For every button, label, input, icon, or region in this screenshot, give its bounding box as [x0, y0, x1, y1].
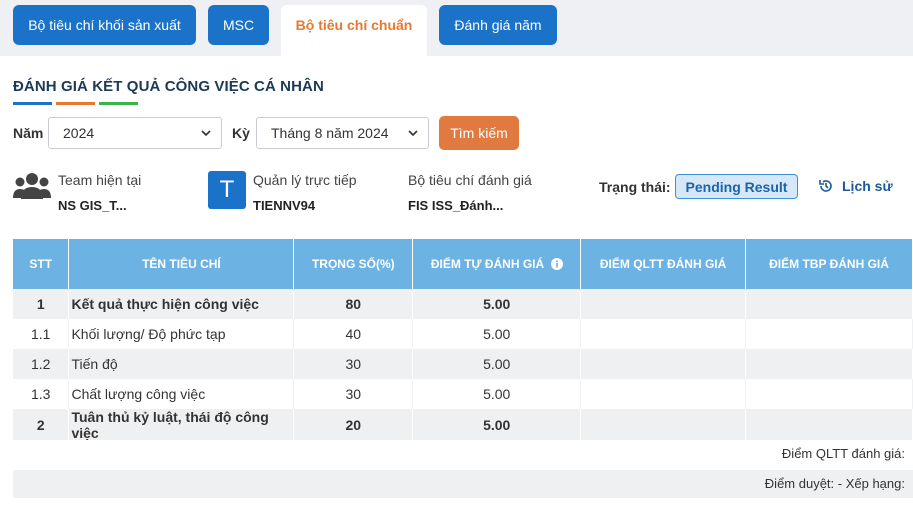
criteria-table: STT TÊN TIÊU CHÍ TRỌNG SỐ(%) ĐIỂM TỰ ĐÁN…: [13, 239, 913, 441]
tab-production-criteria[interactable]: Bộ tiêu chí khối sản xuất: [13, 5, 196, 45]
team-label: Team hiện tại: [58, 172, 142, 188]
year-value: 2024: [63, 125, 95, 141]
period-value: Tháng 8 năm 2024: [271, 125, 389, 141]
team-users-icon: [13, 173, 51, 199]
tab-standard-criteria[interactable]: Bộ tiêu chí chuẩn: [281, 5, 427, 56]
chevron-down-icon: [408, 130, 418, 137]
row-qltt-score: [580, 289, 747, 319]
row-tbp-score: [745, 379, 913, 409]
history-label: Lịch sử: [842, 178, 893, 194]
header-qltt-score: ĐIỂM QLTT ĐÁNH GIÁ: [580, 239, 747, 289]
status-label: Trạng thái:: [599, 179, 671, 195]
title-underline-orange: [56, 102, 95, 105]
qltt-score-summary: Điểm QLTT đánh giá:: [13, 440, 913, 468]
row-qltt-score: [580, 319, 747, 349]
header-weight: TRỌNG SỐ(%): [293, 239, 414, 289]
row-tbp-score: [745, 409, 913, 441]
title-underline-blue: [13, 102, 52, 105]
row-qltt-score: [580, 349, 747, 379]
info-icon[interactable]: [550, 258, 563, 270]
header-self-score-label: ĐIỂM TỰ ĐÁNH GIÁ: [430, 257, 545, 271]
row-name: Tiến độ: [68, 349, 295, 379]
title-underline-green: [99, 102, 138, 105]
criteria-value: FIS ISS_Đánh...: [408, 198, 504, 213]
chevron-down-icon: [201, 130, 211, 137]
header-stt: STT: [13, 239, 70, 289]
tab-annual-review[interactable]: Đánh giá năm: [439, 5, 557, 45]
row-name: Tuân thủ kỷ luật, thái độ công việc: [68, 409, 295, 441]
row-stt: 2: [13, 409, 70, 441]
row-weight: 30: [293, 379, 414, 409]
table-header-row: STT TÊN TIÊU CHÍ TRỌNG SỐ(%) ĐIỂM TỰ ĐÁN…: [13, 239, 913, 289]
manager-value: TIENNV94: [253, 198, 316, 213]
period-select[interactable]: Tháng 8 năm 2024: [256, 117, 429, 149]
table-row[interactable]: 1.2 Tiến độ 30 5.00: [13, 349, 913, 379]
criteria-label: Bộ tiêu chí đánh giá: [408, 172, 532, 188]
row-weight: 80: [293, 289, 414, 319]
tab-bar: Bộ tiêu chí khối sản xuất MSC Bộ tiêu ch…: [0, 0, 913, 56]
row-tbp-score: [745, 289, 913, 319]
tab-msc[interactable]: MSC: [208, 5, 269, 45]
table-row[interactable]: 1.1 Khối lượng/ Độ phức tạp 40 5.00: [13, 319, 913, 349]
search-button[interactable]: Tìm kiếm: [439, 116, 519, 150]
history-icon: [819, 180, 832, 192]
header-criteria-name: TÊN TIÊU CHÍ: [68, 239, 295, 289]
row-weight: 40: [293, 319, 414, 349]
row-qltt-score: [580, 379, 747, 409]
header-self-score: ĐIỂM TỰ ĐÁNH GIÁ: [412, 239, 582, 289]
row-tbp-score: [745, 349, 913, 379]
row-stt: 1.3: [13, 379, 70, 409]
row-name: Chất lượng công việc: [68, 379, 295, 409]
header-tbp-score: ĐIỂM TBP ĐÁNH GIÁ: [745, 239, 913, 289]
page-title: ĐÁNH GIÁ KẾT QUẢ CÔNG VIỆC CÁ NHÂN: [13, 78, 324, 95]
approved-score-summary: Điểm duyệt: - Xếp hạng:: [13, 470, 913, 498]
row-qltt-score: [580, 409, 747, 441]
row-self-score: 5.00: [412, 289, 582, 319]
table-row[interactable]: 1 Kết quả thực hiện công việc 80 5.00: [13, 289, 913, 319]
team-value: NS GIS_T...: [58, 198, 127, 213]
status-badge: Pending Result: [675, 174, 798, 199]
table-row[interactable]: 2 Tuân thủ kỷ luật, thái độ công việc 20…: [13, 409, 913, 441]
row-tbp-score: [745, 319, 913, 349]
row-stt: 1.2: [13, 349, 70, 379]
row-self-score: 5.00: [412, 409, 582, 441]
table-row[interactable]: 1.3 Chất lượng công việc 30 5.00: [13, 379, 913, 409]
row-weight: 30: [293, 349, 414, 379]
history-link[interactable]: Lịch sử: [818, 178, 893, 194]
manager-avatar: T: [208, 171, 246, 209]
year-select[interactable]: 2024: [48, 117, 222, 149]
year-label: Năm: [13, 125, 44, 141]
row-weight: 20: [293, 409, 414, 441]
period-label: Kỳ: [232, 125, 250, 141]
row-self-score: 5.00: [412, 379, 582, 409]
row-self-score: 5.00: [412, 349, 582, 379]
row-stt: 1.1: [13, 319, 70, 349]
manager-label: Quản lý trực tiếp: [253, 172, 357, 188]
row-stt: 1: [13, 289, 70, 319]
row-name: Khối lượng/ Độ phức tạp: [68, 319, 295, 349]
row-name: Kết quả thực hiện công việc: [68, 289, 295, 319]
row-self-score: 5.00: [412, 319, 582, 349]
